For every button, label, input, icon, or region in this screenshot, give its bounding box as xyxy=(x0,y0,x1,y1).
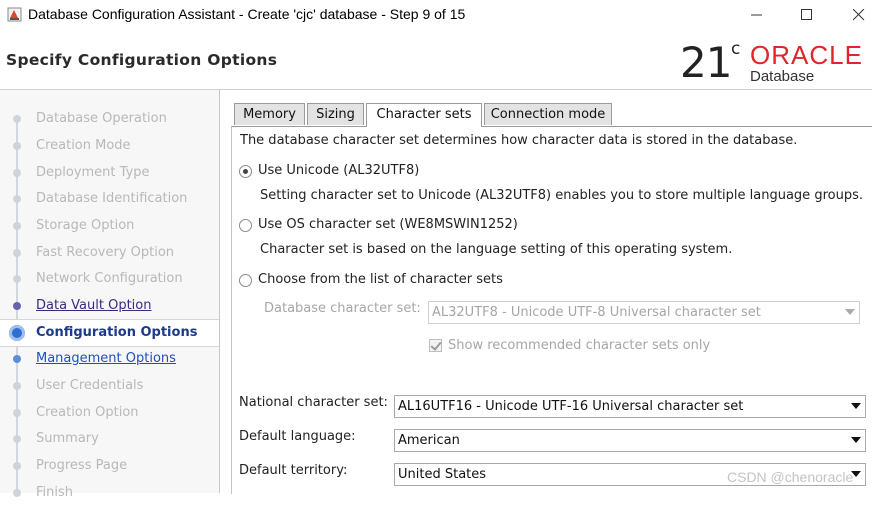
step-fast-recovery-option: Fast Recovery Option xyxy=(0,240,219,266)
current-step-icon xyxy=(9,325,25,341)
option-use-os-charset-label[interactable]: Use OS character set (WE8MSWIN1252) xyxy=(258,217,518,232)
tab-character-sets[interactable]: Character sets xyxy=(366,103,482,127)
step-dot-icon xyxy=(13,195,21,203)
show-recommended-label: Show recommended character sets only xyxy=(448,338,711,353)
chevron-down-icon xyxy=(851,403,861,409)
step-dot-icon xyxy=(13,302,21,310)
minimize-button[interactable] xyxy=(734,0,780,30)
database-charset-select: AL32UTF8 - Unicode UTF-8 Universal chara… xyxy=(428,301,860,324)
logo-brand: ORACLE xyxy=(750,40,863,70)
step-finish: Finish xyxy=(0,480,219,506)
watermark-text: CSDN @chenoracle xyxy=(727,469,854,485)
national-charset-value: AL16UTF16 - Unicode UTF-16 Universal cha… xyxy=(398,399,744,414)
title-bar: Database Configuration Assistant - Creat… xyxy=(0,0,872,30)
chevron-down-icon xyxy=(845,309,855,315)
step-progress-page: Progress Page xyxy=(0,453,219,479)
step-dot-icon xyxy=(13,115,21,123)
step-data-vault-option[interactable]: Data Vault Option xyxy=(0,293,219,319)
logo-superscript: c xyxy=(731,39,741,59)
step-database-operation: Database Operation xyxy=(0,106,219,132)
maximize-button[interactable] xyxy=(784,0,830,30)
step-dot-icon xyxy=(13,435,21,443)
radio-use-unicode[interactable] xyxy=(239,165,252,178)
step-network-configuration: Network Configuration xyxy=(0,266,219,292)
step-dot-icon xyxy=(13,382,21,390)
show-recommended-checkbox xyxy=(429,339,442,352)
national-charset-select[interactable]: AL16UTF16 - Unicode UTF-16 Universal cha… xyxy=(394,395,866,418)
maximize-icon xyxy=(801,9,812,20)
chevron-down-icon xyxy=(851,437,861,443)
page-header: Specify Configuration Options 21 c ORACL… xyxy=(0,30,872,90)
tab-memory[interactable]: Memory xyxy=(234,103,305,125)
minimize-icon xyxy=(751,14,762,16)
option-use-unicode-description: Setting character set to Unicode (AL32UT… xyxy=(260,188,863,203)
close-icon xyxy=(853,9,865,21)
step-summary: Summary xyxy=(0,426,219,452)
step-database-identification: Database Identification xyxy=(0,186,219,212)
step-dot-icon xyxy=(13,169,21,177)
step-dot-icon xyxy=(13,462,21,470)
database-charset-label: Database character set: xyxy=(264,301,421,316)
logo-product: Database xyxy=(750,68,815,85)
radio-use-os-charset[interactable] xyxy=(239,219,252,232)
app-icon xyxy=(7,7,22,22)
step-dot-icon xyxy=(13,409,21,417)
step-dot-icon xyxy=(13,489,21,497)
option-use-os-charset-description: Character set is based on the language s… xyxy=(260,242,733,257)
step-storage-option: Storage Option xyxy=(0,213,219,239)
default-language-label: Default language: xyxy=(239,429,356,444)
step-user-credentials: User Credentials xyxy=(0,373,219,399)
step-creation-mode: Creation Mode xyxy=(0,133,219,159)
page-title: Specify Configuration Options xyxy=(6,51,278,69)
tab-sizing[interactable]: Sizing xyxy=(307,103,364,125)
step-configuration-options: Configuration Options xyxy=(0,319,219,347)
step-creation-option: Creation Option xyxy=(0,400,219,426)
close-button[interactable] xyxy=(836,0,872,30)
window-title: Database Configuration Assistant - Creat… xyxy=(28,6,466,22)
wizard-steps-nav: Database Operation Creation Mode Deploym… xyxy=(0,90,220,500)
step-dot-icon xyxy=(13,355,21,363)
charset-intro: The database character set determines ho… xyxy=(240,133,798,148)
step-dot-icon xyxy=(13,249,21,257)
tab-connection-mode[interactable]: Connection mode xyxy=(484,103,612,125)
step-management-options[interactable]: Management Options xyxy=(0,346,219,372)
step-deployment-type: Deployment Type xyxy=(0,160,219,186)
database-charset-value: AL32UTF8 - Unicode UTF-8 Universal chara… xyxy=(432,305,761,320)
option-use-unicode-label[interactable]: Use Unicode (AL32UTF8) xyxy=(258,163,419,178)
default-territory-label: Default territory: xyxy=(239,463,348,478)
option-choose-from-list-label[interactable]: Choose from the list of character sets xyxy=(258,272,503,287)
national-charset-label: National character set: xyxy=(239,395,388,410)
oracle-logo: 21 c ORACLE Database xyxy=(676,35,872,87)
step-dot-icon xyxy=(13,275,21,283)
step-dot-icon xyxy=(13,142,21,150)
default-language-select[interactable]: American xyxy=(394,429,866,452)
logo-version: 21 xyxy=(680,38,732,87)
default-language-value: American xyxy=(398,433,460,448)
radio-choose-from-list[interactable] xyxy=(239,274,252,287)
default-territory-value: United States xyxy=(398,467,487,482)
step-dot-icon xyxy=(13,222,21,230)
